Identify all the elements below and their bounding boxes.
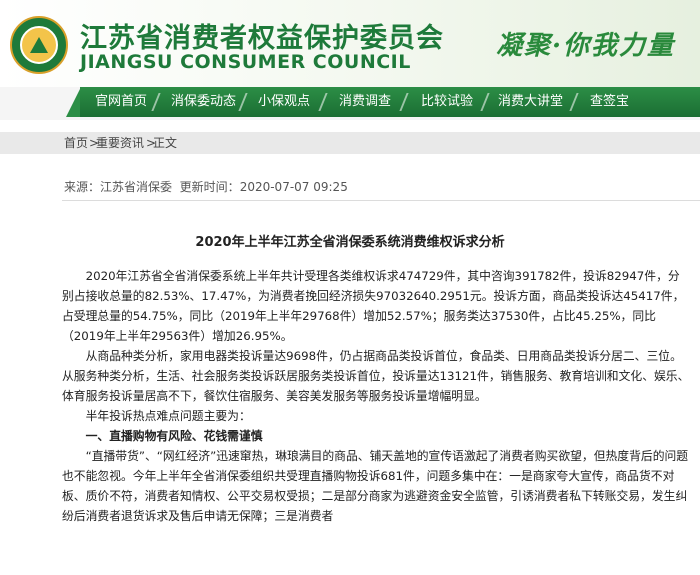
site-header: 江苏省消费者权益保护委员会 JIANGSU CONSUMER COUNCIL 凝… xyxy=(0,0,700,87)
logo-emblem xyxy=(30,37,48,53)
breadcrumb-section[interactable]: 重要资讯 xyxy=(96,132,144,154)
site-title-cn: 江苏省消费者权益保护委员会 xyxy=(80,23,444,54)
nav-item-query[interactable]: 查签宝 xyxy=(590,87,629,117)
article-paragraph: 半年投诉热点难点问题主要为： xyxy=(85,409,251,423)
source-value: 江苏省消保委 xyxy=(100,180,173,194)
nav-item-news[interactable]: 消保委动态 xyxy=(171,87,236,117)
source-label: 来源： xyxy=(64,180,101,194)
slogan: 凝聚·你我力量 xyxy=(496,31,676,61)
nav-item-home[interactable]: 官网首页 xyxy=(95,87,147,117)
article-paragraph: “直播带货”、“网红经济”迅速窜热，琳琅满目的商品、铺天盖地的宣传语激起了消费者… xyxy=(62,449,689,523)
nav-decoration xyxy=(66,87,81,117)
breadcrumb: 首页 > 重要资讯 > 正文 xyxy=(0,132,700,154)
nav-item-views[interactable]: 小保观点 xyxy=(258,87,310,117)
main-nav: 官网首页 消保委动态 小保观点 消费调查 比较试验 消费大讲堂 查签宝 xyxy=(0,87,700,120)
article-meta: 来源：江苏省消保委 更新时间：2020-07-07 09:25 xyxy=(64,178,348,195)
nav-item-survey[interactable]: 消费调查 xyxy=(339,87,391,117)
article-title: 2020年上半年江苏全省消保委系统消费维权诉求分析 xyxy=(195,235,505,250)
breadcrumb-home[interactable]: 首页 xyxy=(64,132,88,154)
nav-item-lecture[interactable]: 消费大讲堂 xyxy=(498,87,563,117)
nav-item-compare[interactable]: 比较试验 xyxy=(421,87,473,117)
logo-center xyxy=(20,26,58,64)
time-value: 2020-07-07 09:25 xyxy=(239,180,348,194)
time-label: 更新时间： xyxy=(179,180,240,194)
council-logo-icon[interactable] xyxy=(10,16,68,74)
article-body: 2020年江苏省全省消保委系统上半年共计受理各类维权诉求474729件，其中咨询… xyxy=(62,266,690,526)
breadcrumb-current: 正文 xyxy=(153,136,178,150)
article-paragraph: 从商品种类分析，家用电器类投诉量达9698件，仍占据商品类投诉首位，食品类、日用… xyxy=(62,349,690,403)
article-paragraph: 2020年江苏省全省消保委系统上半年共计受理各类维权诉求474729件，其中咨询… xyxy=(62,269,685,343)
site-title-en: JIANGSU CONSUMER COUNCIL xyxy=(80,51,411,73)
meta-divider xyxy=(62,200,700,201)
article-subheading: 一、直播购物有风险、花钱需谨慎 xyxy=(85,429,263,443)
